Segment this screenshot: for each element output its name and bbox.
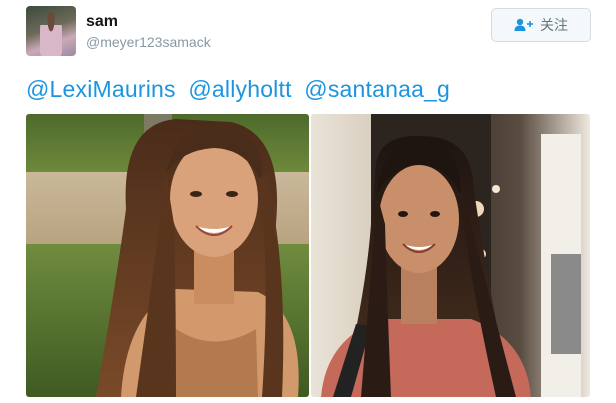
tweet-text: @LexiMaurins @allyholtt @santanaa_g: [26, 76, 456, 103]
add-user-icon: [514, 18, 534, 32]
mention-link[interactable]: @allyholtt: [188, 76, 291, 102]
avatar-figure: [40, 12, 62, 56]
avatar[interactable]: [26, 6, 76, 56]
tweet-photo-right[interactable]: [311, 114, 590, 397]
follow-button[interactable]: 关注: [491, 8, 591, 42]
user-handle[interactable]: @meyer123samack: [86, 34, 211, 50]
tweet-photo-left[interactable]: [26, 114, 309, 397]
mention-link[interactable]: @LexiMaurins: [26, 76, 176, 102]
display-name[interactable]: sam: [86, 13, 118, 31]
mention-link[interactable]: @santanaa_g: [304, 76, 450, 102]
follow-button-label: 关注: [540, 17, 568, 33]
